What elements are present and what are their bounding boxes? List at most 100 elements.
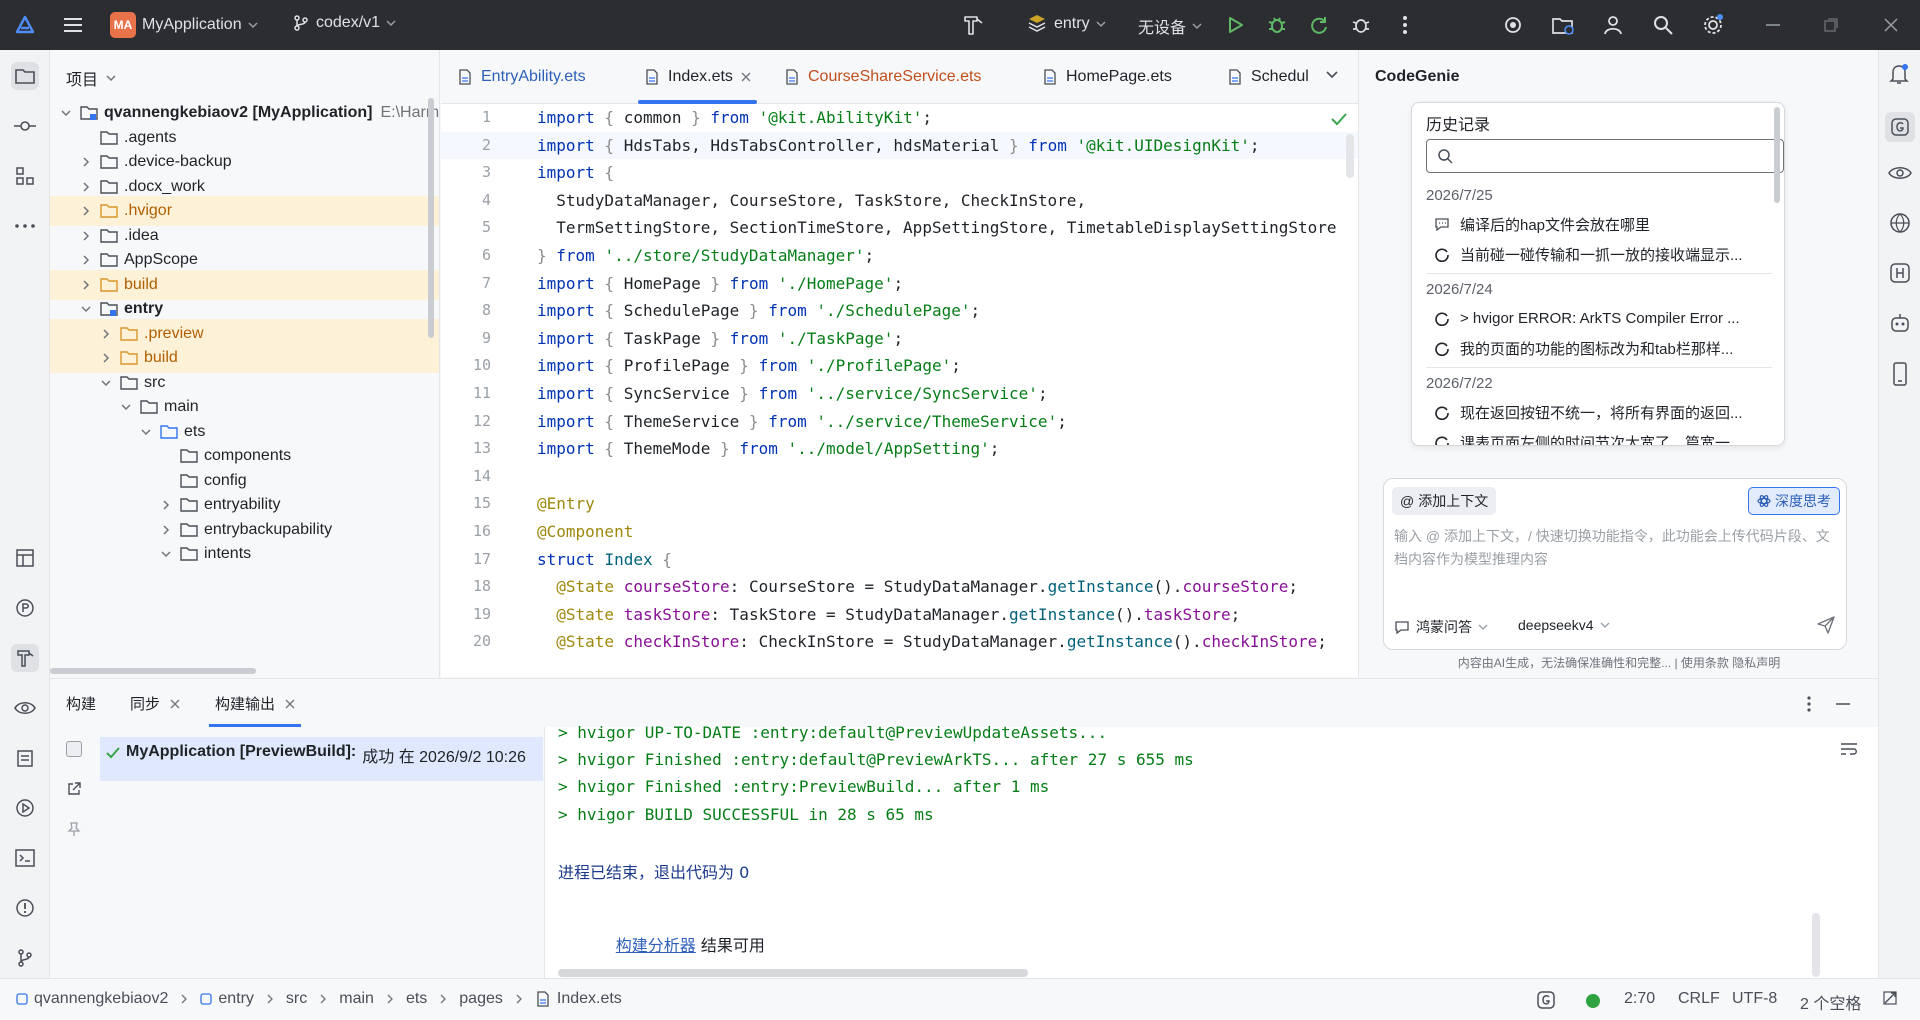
preview-eye-icon[interactable] [11, 694, 39, 722]
run-icon[interactable] [1222, 12, 1248, 38]
robot-icon[interactable] [1889, 312, 1911, 334]
code-area[interactable]: 1 import { common } from '@kit.AbilityKit… [441, 104, 1358, 677]
more-vertical-icon[interactable] [1806, 695, 1812, 713]
codegenie-icon[interactable] [1885, 112, 1915, 142]
editor-tab[interactable]: HomePage.ets [1042, 64, 1172, 90]
tabs-overflow-chevron-icon[interactable] [1325, 68, 1339, 82]
caret-position[interactable]: 2:70 [1624, 990, 1655, 1008]
project-folder-icon[interactable] [11, 62, 39, 90]
build-console[interactable]: > hvigor UP-TO-DATE :entry:default@Previ… [558, 723, 1858, 979]
code-line[interactable]: 14 [441, 463, 1358, 490]
minimize-icon[interactable] [1760, 12, 1786, 38]
editor-scrollbar[interactable] [1346, 134, 1354, 178]
code-line[interactable]: 3 import { [441, 159, 1358, 186]
tree-horizontal-scrollbar[interactable] [50, 668, 256, 674]
app-logo-icon[interactable] [12, 12, 38, 38]
more-horizontal-icon[interactable] [11, 212, 39, 240]
console-scrollbar[interactable] [1812, 913, 1820, 977]
close-tab-icon[interactable] [741, 72, 751, 82]
structure-icon[interactable] [11, 162, 39, 190]
breadcrumb-item[interactable]: pages [459, 990, 503, 1008]
run-panel-icon[interactable] [11, 794, 39, 822]
breadcrumb-item[interactable]: qvannengkebiaov2 [34, 990, 168, 1008]
code-line[interactable]: 17 struct Index { [441, 546, 1358, 573]
build-result-row[interactable]: MyApplication [PreviewBuild]: 成功 在 2026/… [100, 737, 543, 781]
add-context-button[interactable]: @ 添加上下文 [1392, 487, 1497, 515]
editor-tab[interactable]: EntryAbility.ets [457, 64, 586, 90]
harmony-h-icon[interactable] [1889, 262, 1911, 284]
editor-tab[interactable]: Schedul [1227, 64, 1309, 90]
code-line[interactable]: 18 @State courseStore: CourseStore = Stu… [441, 573, 1358, 600]
branch-selector[interactable]: codex/v1 [292, 14, 396, 32]
history-item[interactable]: 我的页面的功能的图标改为和tab栏那样... [1434, 335, 1774, 361]
code-line[interactable]: 7 import { HomePage } from './HomePage'; [441, 270, 1358, 297]
model-selector[interactable]: deepseekv4 [1518, 617, 1610, 633]
code-line[interactable]: 16 @Component [441, 518, 1358, 545]
main-menu-icon[interactable] [60, 12, 86, 38]
inspection-ok-check-icon[interactable] [1331, 112, 1347, 126]
history-item[interactable]: 编译后的hap文件会放在哪里 [1434, 211, 1774, 237]
code-line[interactable]: 6} from '../store/StudyDataManager'; [441, 242, 1358, 269]
close-tab-icon[interactable] [285, 699, 295, 709]
device-manager-icon[interactable] [1500, 12, 1526, 38]
project-panel-header[interactable]: 项目 [66, 66, 116, 90]
close-window-icon[interactable] [1878, 12, 1904, 38]
code-line[interactable]: 12 import { ThemeService } from '../servi… [441, 408, 1358, 435]
history-item[interactable]: 课表页面左侧的时间节次太宽了，篇宽一... [1434, 429, 1774, 445]
breadcrumb-item[interactable]: Index.ets [557, 990, 622, 1008]
build-panel-tab[interactable]: 同步 [130, 693, 180, 714]
history-search-input[interactable] [1426, 139, 1784, 173]
code-line[interactable]: 4 StudyDataManager, CourseStore, TaskSto… [441, 187, 1358, 214]
preview-eye-icon[interactable] [1888, 164, 1912, 182]
globe-icon[interactable] [1889, 212, 1911, 234]
build-analyzer-link[interactable]: 构建分析器 [616, 936, 696, 955]
code-line[interactable]: 9 import { TaskPage } from './TaskPage'; [441, 325, 1358, 352]
restore-icon[interactable] [1818, 12, 1844, 38]
breadcrumb-item[interactable]: main [339, 990, 374, 1008]
profiler-icon[interactable] [11, 594, 39, 622]
layout-icon[interactable] [11, 544, 39, 572]
send-icon[interactable] [1816, 615, 1836, 635]
code-line[interactable]: 2 import { HdsTabs, HdsTabsController, hd… [441, 131, 1358, 159]
history-item[interactable]: > hvigor ERROR: ArkTS Compiler Error ... [1434, 305, 1774, 331]
commit-icon[interactable] [11, 112, 39, 140]
editor-tab[interactable]: CourseShareService.ets [784, 64, 981, 90]
line-separator[interactable]: CRLF [1678, 990, 1720, 1008]
mode-selector[interactable]: 鸿蒙问答 [1394, 617, 1488, 637]
build-panel-tab[interactable]: 构建输出 [208, 693, 302, 727]
more-vertical-icon[interactable] [1392, 12, 1418, 38]
tree-scrollbar[interactable] [428, 98, 434, 338]
code-line[interactable]: 8 import { SchedulePage } from './Schedul… [441, 297, 1358, 324]
search-icon[interactable] [1650, 12, 1676, 38]
debug-icon[interactable] [1264, 12, 1290, 38]
deep-think-toggle[interactable]: 深度思考 [1748, 487, 1840, 515]
file-encoding[interactable]: UTF-8 [1732, 990, 1777, 1008]
breadcrumb-item[interactable]: ets [406, 990, 427, 1008]
project-selector[interactable]: MA MyApplication [110, 12, 258, 38]
tree-item[interactable]: intents [50, 539, 439, 569]
code-line[interactable]: 10 import { ProfilePage } from './Profile… [441, 352, 1358, 379]
log-icon[interactable] [11, 744, 39, 772]
code-line[interactable]: 15 @Entry [441, 490, 1358, 517]
apply-changes-icon[interactable] [1306, 12, 1332, 38]
project-structure-icon[interactable] [1550, 12, 1576, 38]
codegenie-status-icon[interactable] [1536, 990, 1556, 1010]
hide-panel-icon[interactable] [1836, 703, 1850, 705]
notifications-bell-icon[interactable] [1887, 62, 1911, 86]
device-phone-icon[interactable] [1890, 362, 1910, 386]
code-line[interactable]: 1 import { common } from '@kit.AbilityKit… [441, 104, 1358, 131]
version-control-icon[interactable] [11, 944, 39, 972]
close-tab-icon[interactable] [170, 699, 180, 709]
account-icon[interactable] [1600, 12, 1626, 38]
module-selector[interactable]: entry [1026, 13, 1106, 35]
breadcrumb-item[interactable]: src [286, 990, 307, 1008]
build-panel-tab[interactable]: 构建 [66, 693, 96, 714]
code-line[interactable]: 19 @State taskStore: TaskStore = StudyDa… [441, 601, 1358, 628]
open-external-icon[interactable] [66, 781, 82, 797]
code-line[interactable]: 5 TermSettingStore, SectionTimeStore, Ap… [441, 214, 1358, 241]
indent-setting[interactable]: 2 个空格 [1800, 990, 1861, 1014]
pin-icon[interactable] [66, 821, 82, 837]
editor-tab[interactable]: Index.ets [638, 64, 757, 104]
code-line[interactable]: 20 @State checkInStore: CheckInStore = S… [441, 628, 1358, 655]
console-horizontal-scrollbar[interactable] [558, 969, 1028, 977]
